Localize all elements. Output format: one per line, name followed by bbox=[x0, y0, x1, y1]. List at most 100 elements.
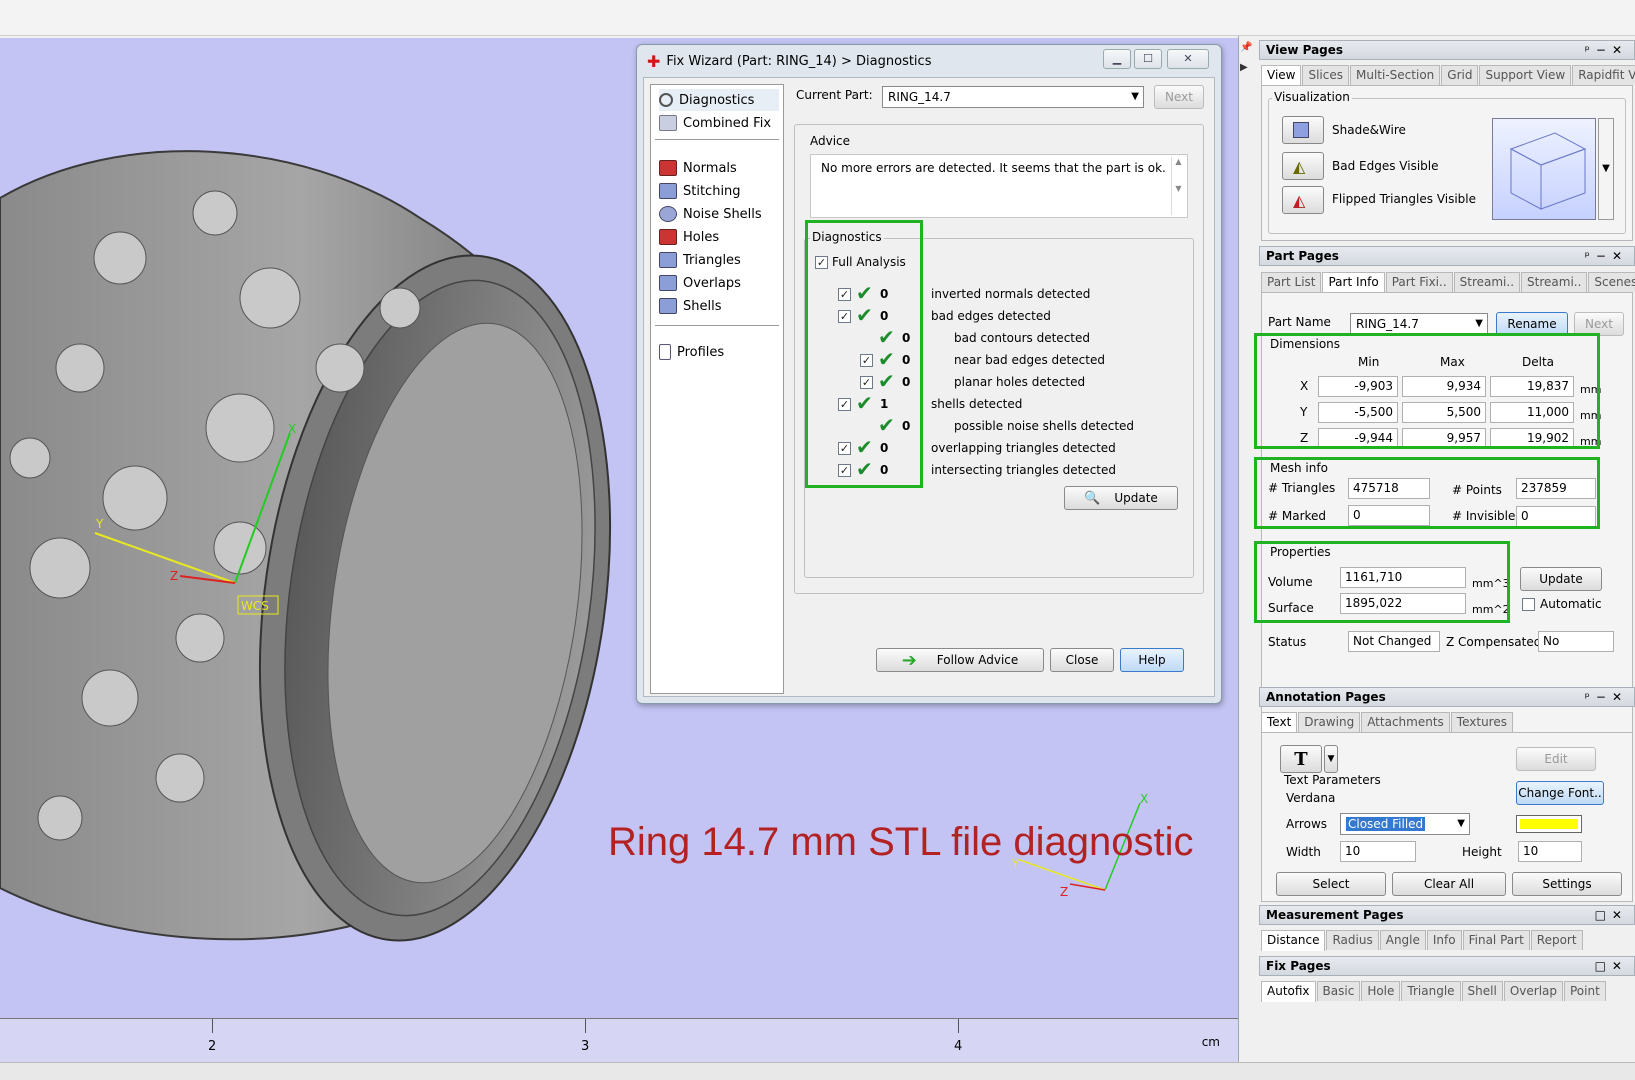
measurement-pages-header[interactable]: Measurement Pages □✕ bbox=[1259, 905, 1635, 925]
shade-wire-button[interactable] bbox=[1282, 116, 1324, 144]
automatic-checkbox[interactable] bbox=[1522, 598, 1535, 611]
current-part-select[interactable]: RING_14.7 ▼ bbox=[882, 86, 1144, 108]
view-cube-dropdown[interactable]: ▼ bbox=[1598, 118, 1614, 220]
expand-arrow-icon[interactable]: ▶ bbox=[1240, 62, 1248, 73]
update-diagnostics-button[interactable]: 🔍 Update bbox=[1064, 486, 1178, 510]
panel-controls[interactable]: ᵖ−✕ bbox=[1585, 41, 1628, 59]
clear-all-button[interactable]: Clear All bbox=[1392, 872, 1506, 896]
text-tool-button[interactable]: T bbox=[1280, 745, 1322, 773]
nav-holes[interactable]: Holes bbox=[659, 226, 719, 248]
measurement-pages-title: Measurement Pages bbox=[1266, 908, 1404, 922]
chevron-down-icon: ▼ bbox=[1457, 818, 1465, 829]
flipped-triangles-button[interactable]: ◭ bbox=[1282, 186, 1324, 214]
part-pages-header[interactable]: Part Pages ᵖ−✕ bbox=[1259, 246, 1635, 266]
select-button[interactable]: Select bbox=[1276, 872, 1386, 896]
tab-streaming-1[interactable]: Streami.. bbox=[1453, 272, 1521, 292]
panel-controls[interactable]: □✕ bbox=[1595, 906, 1628, 924]
nav-triangles[interactable]: Triangles bbox=[659, 249, 741, 271]
fix-pages-header[interactable]: Fix Pages □✕ bbox=[1259, 956, 1635, 976]
tab-view[interactable]: View bbox=[1261, 65, 1302, 86]
tab-autofix[interactable]: Autofix bbox=[1261, 981, 1316, 1002]
height-field[interactable]: 10 bbox=[1518, 841, 1582, 862]
tab-distance[interactable]: Distance bbox=[1261, 930, 1326, 951]
wcs-label: WCS bbox=[241, 599, 269, 613]
tab-radius[interactable]: Radius bbox=[1326, 930, 1379, 950]
tab-rapidfit-view[interactable]: Rapidfit View bbox=[1572, 65, 1635, 85]
edit-button[interactable]: Edit bbox=[1516, 747, 1596, 771]
nav-profiles[interactable]: Profiles bbox=[659, 341, 724, 363]
part-pages-title: Part Pages bbox=[1266, 249, 1339, 263]
next-button[interactable]: Next bbox=[1154, 85, 1204, 109]
close-window-button[interactable]: ✕ bbox=[1167, 49, 1209, 69]
width-label: Width bbox=[1286, 845, 1321, 859]
advice-text: No more errors are detected. It seems th… bbox=[821, 161, 1166, 175]
nav-overlaps[interactable]: Overlaps bbox=[659, 272, 741, 294]
highlight-box bbox=[805, 220, 923, 488]
arrows-select[interactable]: Closed Filled ▼ bbox=[1340, 813, 1470, 835]
fix-pages-tabs: Autofix Basic Hole Triangle Shell Overla… bbox=[1261, 981, 1607, 1002]
nav-noise-shells[interactable]: Noise Shells bbox=[659, 203, 762, 225]
properties-update-button[interactable]: Update bbox=[1520, 567, 1602, 591]
tab-slices[interactable]: Slices bbox=[1302, 65, 1350, 85]
tab-overlap[interactable]: Overlap bbox=[1503, 981, 1563, 1001]
minimize-button[interactable]: ▁ bbox=[1103, 49, 1131, 69]
tab-drawing[interactable]: Drawing bbox=[1298, 712, 1361, 732]
nav-normals[interactable]: Normals bbox=[659, 157, 737, 179]
nav-combined-fix[interactable]: Combined Fix bbox=[659, 112, 771, 134]
nav-shells[interactable]: Shells bbox=[659, 295, 722, 317]
tab-point[interactable]: Point bbox=[1564, 981, 1606, 1001]
tab-info[interactable]: Info bbox=[1426, 930, 1462, 950]
bad-edges-button[interactable]: ◭ bbox=[1282, 152, 1324, 180]
tab-scenes[interactable]: Scenes bbox=[1588, 272, 1635, 292]
follow-advice-button[interactable]: ➔ Follow Advice bbox=[876, 648, 1044, 672]
advice-scrollbar[interactable]: ▲ ▼ bbox=[1171, 157, 1185, 215]
change-font-button[interactable]: Change Font.. bbox=[1516, 781, 1604, 805]
annotation-text-page: T ▼ Edit Text Parameters Verdana Change … bbox=[1261, 732, 1633, 902]
tab-angle[interactable]: Angle bbox=[1379, 930, 1426, 950]
tab-shell[interactable]: Shell bbox=[1461, 981, 1503, 1001]
panel-controls[interactable]: ᵖ−✕ bbox=[1585, 247, 1628, 265]
pin-icon[interactable]: 📌 bbox=[1240, 42, 1252, 53]
panel-controls[interactable]: □✕ bbox=[1595, 957, 1628, 975]
tab-part-fixing[interactable]: Part Fixi.. bbox=[1385, 272, 1453, 292]
view-cube-preview[interactable] bbox=[1492, 118, 1596, 220]
tab-triangle[interactable]: Triangle bbox=[1401, 981, 1461, 1001]
view-pages-title: View Pages bbox=[1266, 43, 1344, 57]
arrow-color-swatch[interactable] bbox=[1516, 815, 1582, 833]
tab-hole[interactable]: Hole bbox=[1361, 981, 1401, 1001]
text-parameters-title: Text Parameters bbox=[1282, 773, 1383, 787]
settings-button[interactable]: Settings bbox=[1512, 872, 1622, 896]
view-pages-header[interactable]: View Pages ᵖ−✕ bbox=[1259, 40, 1635, 60]
highlight-box bbox=[1254, 457, 1600, 529]
help-button[interactable]: Help bbox=[1120, 648, 1184, 672]
nav-profiles-label: Profiles bbox=[677, 344, 725, 360]
tab-part-list[interactable]: Part List bbox=[1261, 272, 1322, 292]
tab-support-view[interactable]: Support View bbox=[1479, 65, 1572, 85]
nav-diagnostics[interactable]: Diagnostics bbox=[659, 89, 779, 111]
text-tool-dropdown[interactable]: ▼ bbox=[1324, 745, 1338, 773]
tab-attachments[interactable]: Attachments bbox=[1361, 712, 1450, 732]
axis-z-label: Z bbox=[170, 569, 178, 583]
width-field[interactable]: 10 bbox=[1340, 841, 1416, 862]
tab-grid[interactable]: Grid bbox=[1441, 65, 1479, 85]
wizard-title: Fix Wizard (Part: RING_14) > Diagnostics bbox=[666, 53, 932, 69]
tab-streaming-2[interactable]: Streami.. bbox=[1521, 272, 1588, 292]
ruler-tick bbox=[212, 1019, 213, 1033]
bad-edges-icon: ◭ bbox=[1293, 157, 1306, 176]
close-button[interactable]: Close bbox=[1050, 648, 1114, 672]
tab-report[interactable]: Report bbox=[1530, 930, 1583, 950]
noise-shells-icon bbox=[659, 206, 677, 222]
nav-holes-label: Holes bbox=[683, 229, 720, 245]
tab-final-part[interactable]: Final Part bbox=[1462, 930, 1530, 950]
annotation-pages-header[interactable]: Annotation Pages ᵖ−✕ bbox=[1259, 687, 1635, 707]
maximize-button[interactable]: ☐ bbox=[1134, 49, 1162, 69]
tab-textures[interactable]: Textures bbox=[1450, 712, 1513, 732]
nav-stitching[interactable]: Stitching bbox=[659, 180, 741, 202]
tab-part-info[interactable]: Part Info bbox=[1322, 272, 1385, 293]
tab-multi-section[interactable]: Multi-Section bbox=[1350, 65, 1441, 85]
arrows-value: Closed Filled bbox=[1346, 817, 1426, 831]
panel-controls[interactable]: ᵖ−✕ bbox=[1585, 688, 1628, 706]
tab-text[interactable]: Text bbox=[1261, 712, 1298, 733]
tab-basic[interactable]: Basic bbox=[1316, 981, 1361, 1001]
part-name-select[interactable]: RING_14.7 ▼ bbox=[1350, 313, 1488, 335]
